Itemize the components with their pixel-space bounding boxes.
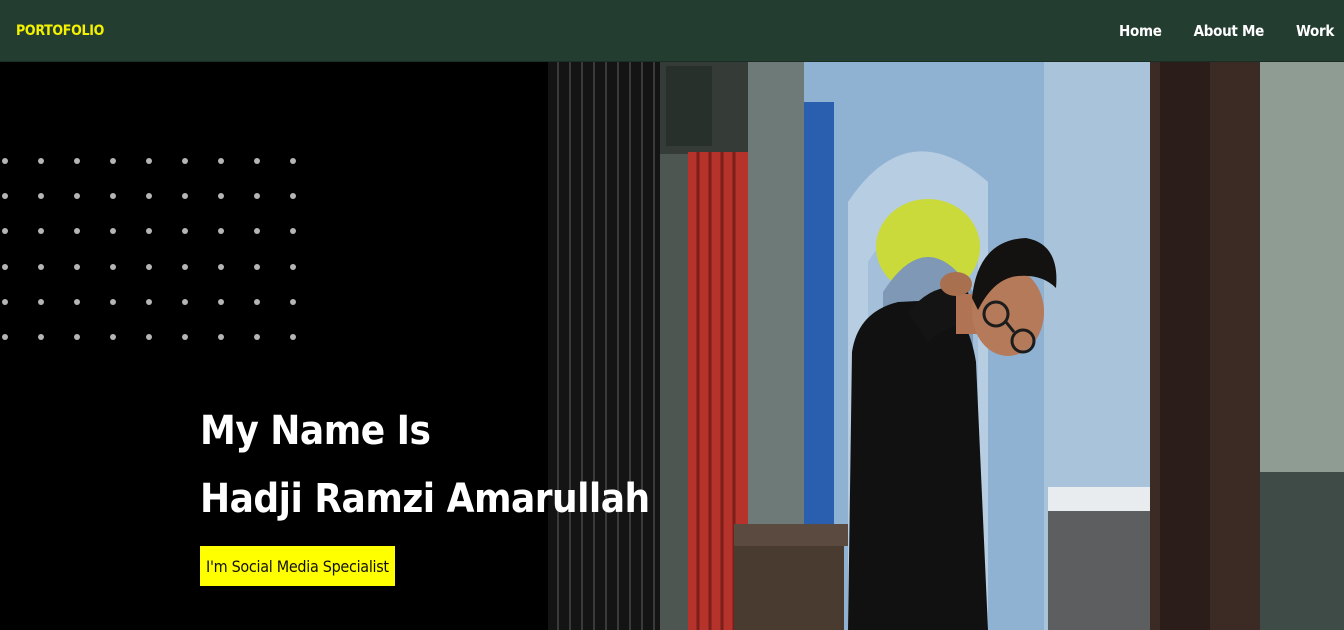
dot (218, 228, 224, 234)
dot (254, 158, 260, 164)
dot (218, 264, 224, 270)
dot (74, 334, 80, 340)
dot (290, 264, 296, 270)
dot (110, 193, 116, 199)
dot (254, 228, 260, 234)
dot (218, 334, 224, 340)
dot (218, 158, 224, 164)
hero-photo (548, 62, 1344, 630)
role-badge: I'm Social Media Specialist (200, 546, 395, 586)
hero-name: Hadji Ramzi Amarullah (200, 476, 650, 522)
dot (146, 228, 152, 234)
dot (254, 334, 260, 340)
dot (74, 228, 80, 234)
dot (74, 299, 80, 305)
dot (110, 228, 116, 234)
dot (254, 193, 260, 199)
dot (290, 334, 296, 340)
dot (38, 158, 44, 164)
brand-logo[interactable]: PORTOFOLIO (16, 23, 104, 39)
nav-link-work[interactable]: Work (1296, 22, 1334, 40)
dot (38, 264, 44, 270)
dot (2, 193, 8, 199)
dot (2, 158, 8, 164)
nav-link-about-me[interactable]: About Me (1194, 22, 1265, 40)
nav-links: Home About Me Work (1119, 22, 1334, 40)
dot (182, 299, 188, 305)
dot (182, 264, 188, 270)
dot (110, 264, 116, 270)
dot (74, 158, 80, 164)
dot (146, 299, 152, 305)
dot (290, 299, 296, 305)
dot (146, 334, 152, 340)
dot (146, 264, 152, 270)
dot (110, 158, 116, 164)
navbar: PORTOFOLIO Home About Me Work (0, 0, 1344, 62)
dot (254, 264, 260, 270)
dot (182, 158, 188, 164)
hero-greeting: My Name Is (200, 408, 431, 454)
dot (2, 264, 8, 270)
dot (74, 193, 80, 199)
dot (38, 193, 44, 199)
dot (146, 158, 152, 164)
dot (290, 158, 296, 164)
dot (38, 334, 44, 340)
dot (218, 193, 224, 199)
dot (38, 228, 44, 234)
dot (2, 334, 8, 340)
portrait-photo-illustration (548, 62, 1344, 630)
dot (218, 299, 224, 305)
dot (2, 299, 8, 305)
dot (74, 264, 80, 270)
dot (290, 228, 296, 234)
nav-link-home[interactable]: Home (1119, 22, 1162, 40)
dot (2, 228, 8, 234)
dot-grid-decoration (0, 156, 300, 346)
dot (182, 334, 188, 340)
dot (182, 228, 188, 234)
dot (290, 193, 296, 199)
dot (182, 193, 188, 199)
dot (254, 299, 260, 305)
dot (38, 299, 44, 305)
dot (146, 193, 152, 199)
dot (110, 334, 116, 340)
dot (110, 299, 116, 305)
